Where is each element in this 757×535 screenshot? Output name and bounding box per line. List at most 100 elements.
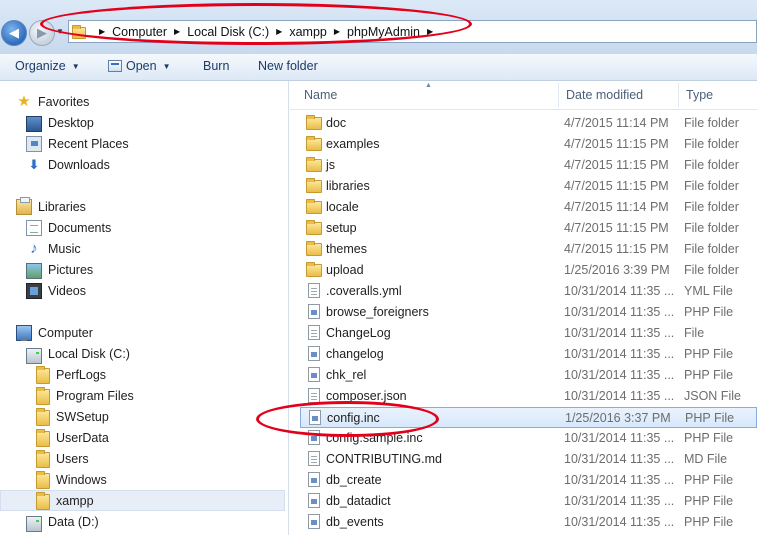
file-name: setup [326, 221, 357, 235]
file-name: db_datadict [326, 494, 391, 508]
nav-folder-windows[interactable]: Windows [36, 469, 107, 490]
nav-desktop[interactable]: Desktop [26, 112, 94, 133]
file-type: File folder [684, 221, 739, 235]
file-date-modified: 1/25/2016 3:39 PM [564, 263, 670, 277]
nav-data-d-label: Data (D:) [48, 514, 99, 529]
nav-music[interactable]: ♪ Music [26, 238, 80, 259]
chevron-right-icon[interactable]: ▶ [99, 27, 105, 36]
column-header-type[interactable]: Type [686, 88, 713, 102]
nav-favorites[interactable]: ★ Favorites [16, 91, 89, 112]
file-row[interactable]: themes 4/7/2015 11:15 PM File folder [300, 239, 757, 260]
burn-button[interactable]: Burn [203, 59, 229, 73]
command-bar: Organize ▼ Open ▼ Burn New folder [0, 54, 757, 81]
file-name: js [326, 158, 336, 172]
nav-recent-places[interactable]: Recent Places [26, 133, 129, 154]
file-row[interactable]: .coveralls.yml 10/31/2014 11:35 ... YML Fi… [300, 281, 757, 302]
nav-data-d[interactable]: Data (D:) [26, 511, 99, 532]
chevron-right-icon[interactable]: ▶ [174, 27, 180, 36]
breadcrumb-phpmyadmin[interactable]: phpMyAdmin [347, 25, 420, 39]
column-divider[interactable] [678, 83, 679, 107]
nav-pictures[interactable]: Pictures [26, 259, 93, 280]
forward-button[interactable]: ▶ [29, 20, 55, 46]
organize-button[interactable]: Organize ▼ [15, 59, 80, 73]
nav-videos-label: Videos [48, 283, 86, 298]
file-type: File [684, 326, 705, 340]
column-divider[interactable] [558, 83, 559, 107]
file-row[interactable]: ChangeLog 10/31/2014 11:35 ... File [300, 323, 757, 344]
php-file-icon [306, 304, 326, 322]
file-row[interactable]: js 4/7/2015 11:15 PM File folder [300, 155, 757, 176]
file-date-modified: 4/7/2015 11:15 PM [564, 179, 669, 193]
new-folder-button[interactable]: New folder [258, 59, 318, 73]
open-button[interactable]: Open ▼ [108, 59, 171, 73]
file-list: ▲ Name Date modified Type doc 4/7/2015 11… [290, 81, 757, 535]
folder-icon [36, 407, 50, 426]
file-name: db_events [326, 515, 384, 529]
nav-videos[interactable]: Videos [26, 280, 86, 301]
nav-folder-swsetup[interactable]: SWSetup [36, 406, 109, 427]
file-row[interactable]: libraries 4/7/2015 11:15 PM File folder [300, 176, 757, 197]
nav-local-disk-c[interactable]: Local Disk (C:) [26, 343, 130, 364]
nav-computer[interactable]: Computer [16, 322, 93, 343]
folder-icon [306, 136, 322, 154]
nav-local-disk-c-label: Local Disk (C:) [48, 346, 130, 361]
address-bar-row: ◀ ▶ ▼ ▶ Computer ▶ Local Disk (C:) ▶ xam… [0, 0, 757, 54]
desktop-icon [26, 115, 42, 132]
nav-folder-label: UserData [56, 430, 109, 445]
file-date-modified: 4/7/2015 11:15 PM [564, 221, 669, 235]
file-type: YML File [684, 284, 733, 298]
file-date-modified: 10/31/2014 11:35 ... [564, 284, 675, 298]
downloads-icon: ⬇ [28, 156, 40, 172]
chevron-right-icon[interactable]: ▶ [427, 27, 433, 36]
file-row[interactable]: examples 4/7/2015 11:15 PM File folder [300, 134, 757, 155]
file-type: File folder [684, 179, 739, 193]
file-row[interactable]: db_events 10/31/2014 11:35 ... PHP File [300, 512, 757, 533]
file-type: PHP File [684, 431, 734, 445]
breadcrumb-xampp[interactable]: xampp [289, 25, 327, 39]
file-row[interactable]: setup 4/7/2015 11:15 PM File folder [300, 218, 757, 239]
back-button[interactable]: ◀ [1, 20, 27, 46]
file-name: composer.json [326, 389, 407, 403]
column-header-name[interactable]: Name [304, 88, 337, 102]
file-name: examples [326, 137, 380, 151]
recent-pages-dropdown-icon[interactable]: ▼ [56, 27, 64, 36]
file-row[interactable]: upload 1/25/2016 3:39 PM File folder [300, 260, 757, 281]
breadcrumb-local-disk-c[interactable]: Local Disk (C:) [187, 25, 269, 39]
nav-computer-label: Computer [38, 325, 93, 340]
nav-documents[interactable]: Documents [26, 217, 111, 238]
nav-folder-perflogs[interactable]: PerfLogs [36, 364, 106, 385]
file-row[interactable]: db_datadict 10/31/2014 11:35 ... PHP File [300, 491, 757, 512]
php-file-icon [306, 472, 326, 490]
file-date-modified: 4/7/2015 11:15 PM [564, 158, 669, 172]
file-row[interactable]: changelog 10/31/2014 11:35 ... PHP File [300, 344, 757, 365]
file-row[interactable]: db_create 10/31/2014 11:35 ... PHP File [300, 470, 757, 491]
nav-folder-users[interactable]: Users [36, 448, 89, 469]
nav-downloads[interactable]: ⬇ Downloads [26, 154, 110, 175]
file-row[interactable]: chk_rel 10/31/2014 11:35 ... PHP File [300, 365, 757, 386]
file-row[interactable]: composer.json 10/31/2014 11:35 ... JSON Fi… [300, 386, 757, 407]
file-row-selected[interactable]: config.inc 1/25/2016 3:37 PM PHP File [300, 407, 757, 428]
file-row[interactable]: browse_foreigners 10/31/2014 11:35 ... PHP… [300, 302, 757, 323]
php-file-icon [307, 410, 327, 428]
file-name: changelog [326, 347, 384, 361]
nav-folder-userdata[interactable]: UserData [36, 427, 109, 448]
file-row[interactable]: doc 4/7/2015 11:14 PM File folder [300, 113, 757, 134]
breadcrumb[interactable]: ▶ Computer ▶ Local Disk (C:) ▶ xampp ▶ p… [68, 20, 757, 43]
chevron-right-icon[interactable]: ▶ [276, 27, 282, 36]
file-name: config.inc [327, 411, 380, 425]
star-icon: ★ [17, 92, 31, 110]
new-folder-label: New folder [258, 59, 318, 73]
chevron-right-icon[interactable]: ▶ [334, 27, 340, 36]
burn-label: Burn [203, 59, 230, 73]
nav-folder-xampp[interactable]: xampp [0, 490, 285, 511]
nav-libraries[interactable]: Libraries [16, 196, 86, 217]
column-header-date-modified[interactable]: Date modified [566, 88, 643, 102]
breadcrumb-computer[interactable]: Computer [112, 25, 167, 39]
file-row[interactable]: config.sample.inc 10/31/2014 11:35 ... PHP… [300, 428, 757, 449]
nav-folder-program-files[interactable]: Program Files [36, 385, 134, 406]
file-date-modified: 10/31/2014 11:35 ... [564, 473, 675, 487]
nav-recent-places-label: Recent Places [48, 136, 129, 151]
file-row[interactable]: CONTRIBUTING.md 10/31/2014 11:35 ... MD Fi… [300, 449, 757, 470]
file-date-modified: 10/31/2014 11:35 ... [564, 494, 675, 508]
file-row[interactable]: locale 4/7/2015 11:14 PM File folder [300, 197, 757, 218]
